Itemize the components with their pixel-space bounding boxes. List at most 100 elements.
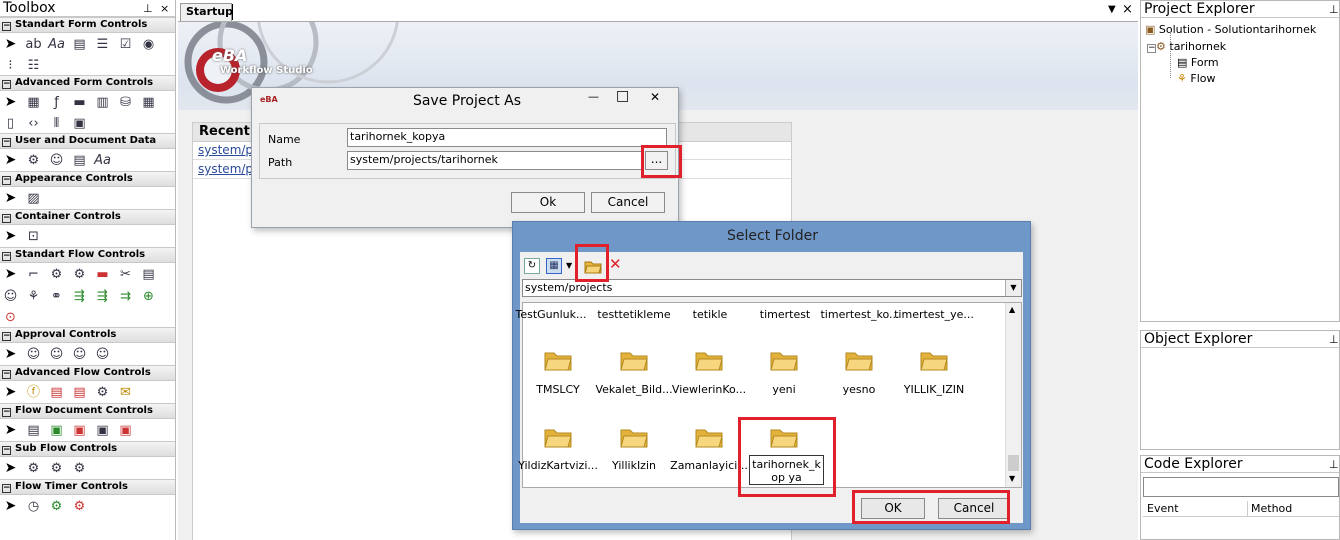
expander-icon[interactable]: −	[1147, 44, 1156, 53]
split-icon[interactable]: ⇶	[71, 288, 88, 305]
text-control-icon[interactable]: Aa	[48, 36, 65, 53]
collapse-icon[interactable]: −	[2, 176, 11, 185]
group-icon[interactable]: ☺	[2, 288, 19, 305]
start-icon[interactable]: ⚙	[48, 266, 65, 283]
scroll-up-icon[interactable]: ▲	[1009, 305, 1015, 314]
approver-group-icon[interactable]: ☺	[48, 346, 65, 363]
pointer-icon[interactable]: ➤	[2, 266, 19, 283]
mail-icon[interactable]: ✉	[117, 384, 134, 401]
column-event[interactable]: Event	[1147, 502, 1179, 515]
section-advanced-form-controls[interactable]: − Advanced Form Controls	[0, 75, 175, 91]
section-appearance-controls[interactable]: − Appearance Controls	[0, 171, 175, 187]
text-icon[interactable]: Aa	[94, 152, 111, 169]
pin-icon[interactable]: ⊥	[143, 1, 153, 16]
close-icon[interactable]: ×	[160, 1, 169, 16]
folder-item[interactable]: Vekalet_Bild...	[594, 383, 674, 396]
section-standart-flow-controls[interactable]: − Standart Flow Controls	[0, 247, 175, 263]
column-method[interactable]: Method	[1251, 502, 1292, 515]
folder-item[interactable]: timertest	[745, 308, 825, 321]
bullet-list-icon[interactable]: ⁝	[2, 57, 19, 74]
collapse-icon[interactable]: −	[2, 22, 11, 31]
view-icon[interactable]: ▦	[546, 258, 562, 274]
section-standart-form-controls[interactable]: − Standart Form Controls	[0, 17, 175, 33]
clock-icon[interactable]: ◷	[25, 498, 42, 515]
folder-item[interactable]: YildizKartvizi...	[518, 459, 598, 472]
tree-item-form[interactable]: ▤ Form	[1177, 56, 1219, 69]
section-advanced-flow-controls[interactable]: − Advanced Flow Controls	[0, 365, 175, 381]
folder-icon[interactable]	[845, 349, 873, 371]
folder-item[interactable]: timertest_ye...	[894, 308, 974, 321]
scrollbar[interactable]: ▲ ▼	[1005, 303, 1021, 487]
label-control-icon[interactable]: ab	[25, 36, 42, 53]
panel-icon[interactable]: ⊡	[25, 228, 42, 245]
section-approval-controls[interactable]: − Approval Controls	[0, 327, 175, 343]
path-input[interactable]: system/projects/tarihornek	[347, 151, 643, 170]
doc-info-icon[interactable]: ▣	[71, 422, 88, 439]
function-icon[interactable]: ƒ	[48, 94, 65, 111]
pointer-icon[interactable]: ➤	[2, 36, 19, 53]
grid-icon[interactable]: ▦	[140, 94, 157, 111]
folder-icon[interactable]	[695, 426, 723, 448]
name-input[interactable]: tarihornek_kopya	[347, 128, 667, 147]
approver-icon[interactable]: ☺	[25, 346, 42, 363]
document-data-icon[interactable]: ▤	[71, 152, 88, 169]
merge-icon[interactable]: ⚘	[25, 288, 42, 305]
doc-delete-icon[interactable]: ▣	[117, 422, 134, 439]
pin-icon[interactable]: ⊥	[1329, 332, 1339, 347]
pointer-icon[interactable]: ➤	[2, 498, 19, 515]
folder-item[interactable]: ViewlerinKo...	[669, 383, 749, 396]
folder-icon[interactable]	[620, 349, 648, 371]
collapse-icon[interactable]: −	[2, 138, 11, 147]
recent-link[interactable]: system/p	[198, 143, 253, 157]
folder-icon[interactable]	[695, 349, 723, 371]
textbox-icon[interactable]: ▤	[71, 36, 88, 53]
process-icon[interactable]: ⚙	[71, 266, 88, 283]
delete-icon[interactable]: ✕	[609, 255, 622, 273]
terminate-icon[interactable]: ⊙	[2, 309, 19, 326]
tab-icon[interactable]: ▥	[94, 94, 111, 111]
section-flow-document-controls[interactable]: − Flow Document Controls	[0, 403, 175, 419]
chevron-down-icon[interactable]: ▼	[1005, 280, 1021, 296]
team-icon[interactable]: ☺	[94, 346, 111, 363]
cancel-button[interactable]: Cancel	[591, 192, 665, 213]
tree-item-flow[interactable]: ⚘ Flow	[1177, 72, 1216, 85]
folder-item[interactable]: testtetikleme	[594, 308, 674, 321]
report-icon[interactable]: ▤	[71, 384, 88, 401]
section-container-controls[interactable]: − Container Controls	[0, 209, 175, 225]
pin-icon[interactable]: ⊥	[1329, 2, 1339, 17]
collapse-icon[interactable]: −	[2, 370, 11, 379]
link-icon[interactable]: ⚭	[48, 288, 65, 305]
list-icon[interactable]: ☰	[94, 36, 111, 53]
folder-item[interactable]: timertest_ko...	[820, 308, 900, 321]
user-icon[interactable]: ☺	[48, 152, 65, 169]
subflow-start-icon[interactable]: ⚙	[48, 460, 65, 477]
timer-stop-icon[interactable]: ⚙	[71, 498, 88, 515]
pointer-icon[interactable]: ➤	[2, 422, 19, 439]
section-sub-flow-controls[interactable]: − Sub Flow Controls	[0, 441, 175, 457]
collapse-icon[interactable]: −	[2, 446, 11, 455]
recent-link[interactable]: system/p	[198, 162, 253, 176]
view-dropdown-icon[interactable]: ▼	[566, 261, 572, 270]
tab-startup[interactable]: Startup	[180, 3, 233, 21]
collapse-icon[interactable]: −	[2, 484, 11, 493]
barcode-icon[interactable]: ⦀	[48, 115, 65, 132]
function-flow-icon[interactable]: ⓕ	[25, 384, 42, 401]
end-icon[interactable]: ⊕	[140, 288, 157, 305]
manager-icon[interactable]: ☺	[71, 346, 88, 363]
checkbox-icon[interactable]: ☑	[117, 36, 134, 53]
pointer-icon[interactable]: ➤	[2, 384, 19, 401]
code-icon[interactable]: ‹›	[25, 115, 42, 132]
ok-button[interactable]: Ok	[511, 192, 585, 213]
folder-icon[interactable]	[770, 349, 798, 371]
collapse-icon[interactable]: −	[2, 332, 11, 341]
pointer-icon[interactable]: ➤	[2, 346, 19, 363]
close-icon[interactable]: ×	[1122, 2, 1133, 17]
connector-icon[interactable]: ⌐	[25, 266, 42, 283]
folder-item[interactable]: TMSLCY	[518, 383, 598, 396]
pointer-icon[interactable]: ➤	[2, 94, 19, 111]
folder-item[interactable]: Zamanlayici...	[669, 459, 749, 472]
form-icon[interactable]: ▤	[140, 266, 157, 283]
doc-add-icon[interactable]: ▣	[48, 422, 65, 439]
close-icon[interactable]: ✕	[650, 90, 660, 104]
doc-icon[interactable]: ▤	[25, 422, 42, 439]
